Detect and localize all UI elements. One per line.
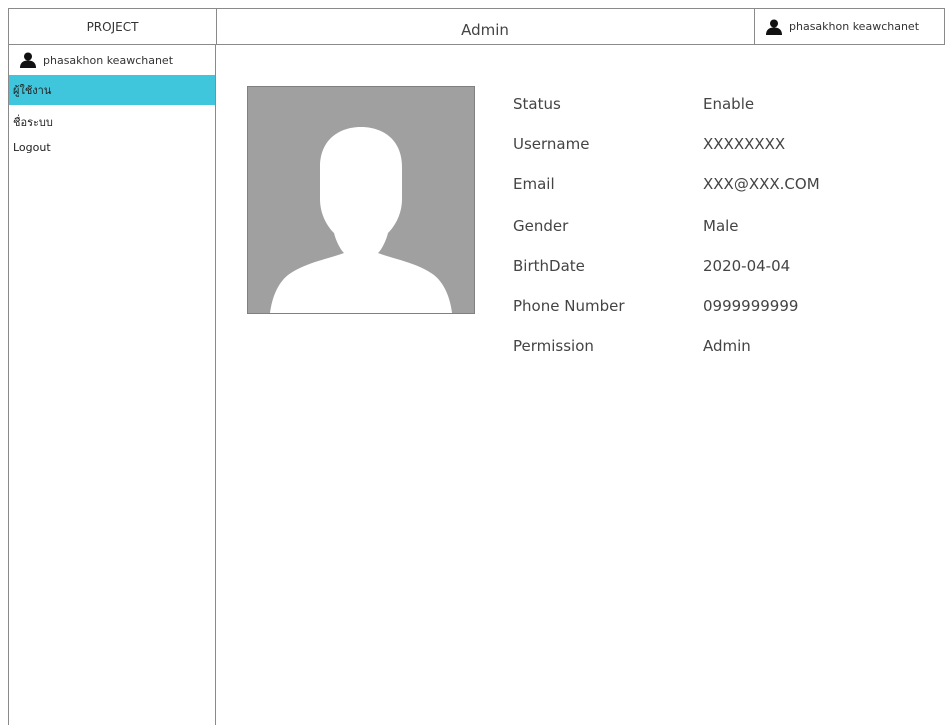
detail-label: Phone Number: [513, 297, 625, 315]
sidebar-item-users[interactable]: ผู้ใช้งาน: [9, 75, 215, 105]
detail-row-email: Email XXX@XXX.COM: [513, 170, 933, 210]
detail-value: Enable: [703, 95, 755, 113]
detail-row-permission: Permission Admin: [513, 332, 933, 372]
user-icon: [765, 19, 783, 35]
top-bar: PROJECT Admin phasakhon keawchanet: [8, 8, 945, 45]
detail-row-username: Username XXXXXXXX: [513, 130, 933, 170]
page-title: Admin: [461, 20, 509, 39]
sidebar-user: phasakhon keawchanet: [9, 45, 215, 75]
detail-label: BirthDate: [513, 257, 585, 275]
detail-label: Gender: [513, 217, 569, 235]
sidebar-item-label: ชื่อระบบ: [13, 116, 53, 129]
detail-row-gender: Gender Male: [513, 212, 933, 252]
sidebar-user-name: phasakhon keawchanet: [43, 53, 174, 67]
user-icon: [19, 52, 37, 68]
profile-avatar: [247, 86, 475, 314]
detail-value: XXX@XXX.COM: [703, 175, 820, 193]
profile-details: Status Enable Username XXXXXXXX Email XX…: [513, 90, 933, 372]
detail-label: Email: [513, 175, 555, 193]
detail-label: Username: [513, 135, 590, 153]
detail-label: Status: [513, 95, 561, 113]
app-frame: PROJECT Admin phasakhon keawchanet phasa…: [8, 8, 945, 725]
sidebar-item-system-name[interactable]: ชื่อระบบ: [9, 105, 215, 139]
sidebar-item-label: Logout: [13, 141, 51, 154]
detail-row-phone: Phone Number 0999999999: [513, 292, 933, 332]
header-user-menu[interactable]: phasakhon keawchanet: [754, 9, 944, 44]
detail-value: 2020-04-04: [703, 257, 791, 275]
sidebar-item-logout[interactable]: Logout: [9, 139, 215, 165]
header-user-name: phasakhon keawchanet: [789, 20, 920, 33]
detail-value: Male: [703, 217, 739, 235]
user-silhouette-icon: [270, 127, 452, 313]
sidebar: phasakhon keawchanet ผู้ใช้งาน ชื่อระบบ …: [8, 45, 216, 725]
detail-value: 0999999999: [703, 297, 799, 315]
sidebar-item-label: ผู้ใช้งาน: [13, 84, 52, 97]
brand-title[interactable]: PROJECT: [9, 9, 217, 44]
detail-label: Permission: [513, 337, 594, 355]
detail-row-status: Status Enable: [513, 90, 933, 130]
detail-value: Admin: [703, 337, 751, 355]
detail-value: XXXXXXXX: [703, 135, 786, 153]
detail-row-birthdate: BirthDate 2020-04-04: [513, 252, 933, 292]
